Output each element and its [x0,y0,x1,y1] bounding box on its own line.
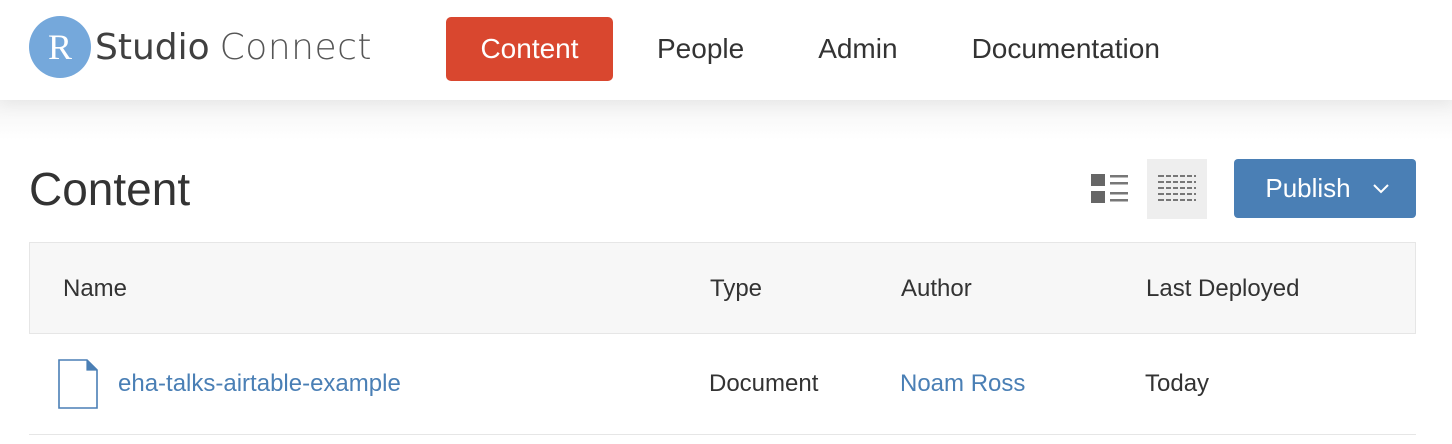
column-header-type[interactable]: Type [710,243,762,335]
nav-tab-people[interactable]: People [627,17,774,81]
logo-studio-text: Studio [95,26,210,68]
content-last-deployed: Today [1145,370,1210,397]
logo-r-circle: R [29,16,91,78]
column-header-name[interactable]: Name [63,243,127,335]
table-view-icon [1158,175,1196,203]
logo-connect-text: Connect [219,26,373,68]
page-title: Content [29,163,191,215]
rstudio-connect-logo[interactable]: R Studio Connect [29,16,373,78]
table-row[interactable]: eha-talks-airtable-example Document Noam… [29,334,1416,435]
document-icon [58,334,98,434]
header-shadow [0,100,1452,140]
content-author-link[interactable]: Noam Ross [900,334,1025,434]
publish-button[interactable]: Publish [1234,159,1416,218]
table-view-button[interactable] [1147,159,1207,219]
main-nav: Content People Admin Documentation [446,17,1190,81]
publish-button-label: Publish [1265,173,1351,203]
column-header-author[interactable]: Author [901,243,972,335]
content-type: Document [709,370,819,397]
nav-tab-admin[interactable]: Admin [788,17,927,81]
table-header: Name Type Author Last Deployed [29,242,1416,334]
content-table: Name Type Author Last Deployed eha-talks… [29,242,1416,435]
nav-tab-documentation[interactable]: Documentation [942,17,1190,81]
nav-tab-content[interactable]: Content [446,17,613,81]
top-navigation-bar: R Studio Connect Content People Admin Do… [0,0,1452,100]
content-name-link[interactable]: eha-talks-airtable-example [118,334,401,434]
column-header-last-deployed[interactable]: Last Deployed [1146,243,1299,335]
chevron-down-icon [1372,183,1389,194]
list-view-button[interactable] [1086,159,1134,219]
list-view-icon [1091,174,1128,203]
